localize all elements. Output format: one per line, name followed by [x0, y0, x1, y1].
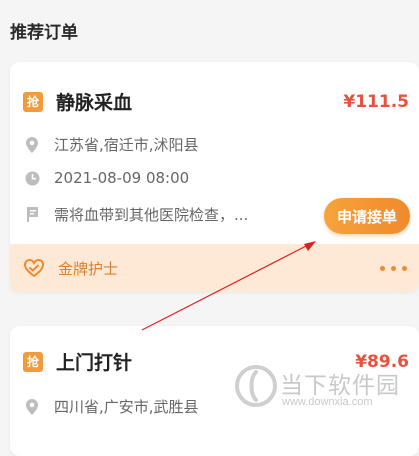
watermark-name: 当下软件园: [280, 373, 400, 399]
flag-icon: [24, 207, 40, 223]
location-pin-icon: [24, 136, 40, 153]
order-card[interactable]: 抢 静脉采血 ¥111.5 江苏省,宿迁市,沭阳县 2021-08-09 08:…: [10, 62, 419, 292]
order-title: 上门打针: [56, 352, 133, 374]
location-text: 四川省,广安市,武胜县: [54, 398, 199, 416]
datetime-text: 2021-08-09 08:00: [54, 169, 190, 187]
apply-order-button[interactable]: 申请接单: [324, 198, 410, 234]
clock-icon: [24, 170, 40, 186]
datetime-row: 2021-08-09 08:00: [24, 169, 189, 187]
order-header: 抢 静脉采血 ¥111.5: [23, 88, 409, 115]
watermark-url: www.downxia.com: [282, 396, 373, 408]
location-text: 江苏省,宿迁市,沭阳县: [54, 136, 199, 154]
section-title: 推荐订单: [10, 23, 78, 43]
more-options-icon[interactable]: [380, 265, 407, 271]
grab-tag: 抢: [23, 91, 43, 112]
grab-tag: 抢: [23, 351, 43, 372]
order-price: ¥111.5: [343, 91, 409, 112]
watermark: 当下软件园 www.downxia.com: [232, 360, 419, 433]
nurse-badge-bar: 金牌护士: [10, 244, 419, 292]
order-title: 静脉采血: [56, 92, 133, 114]
location-row: 江苏省,宿迁市,沭阳县: [24, 134, 199, 155]
location-row: 四川省,广安市,武胜县: [24, 396, 199, 417]
location-pin-icon: [24, 398, 40, 415]
note-text: 需将血带到其他医院检查，...: [54, 206, 249, 224]
note-row: 需将血带到其他医院检查，...: [24, 204, 248, 225]
gold-nurse-label: 金牌护士: [58, 259, 119, 278]
heart-hands-icon: [24, 258, 44, 278]
watermark-logo-icon: [235, 365, 277, 407]
